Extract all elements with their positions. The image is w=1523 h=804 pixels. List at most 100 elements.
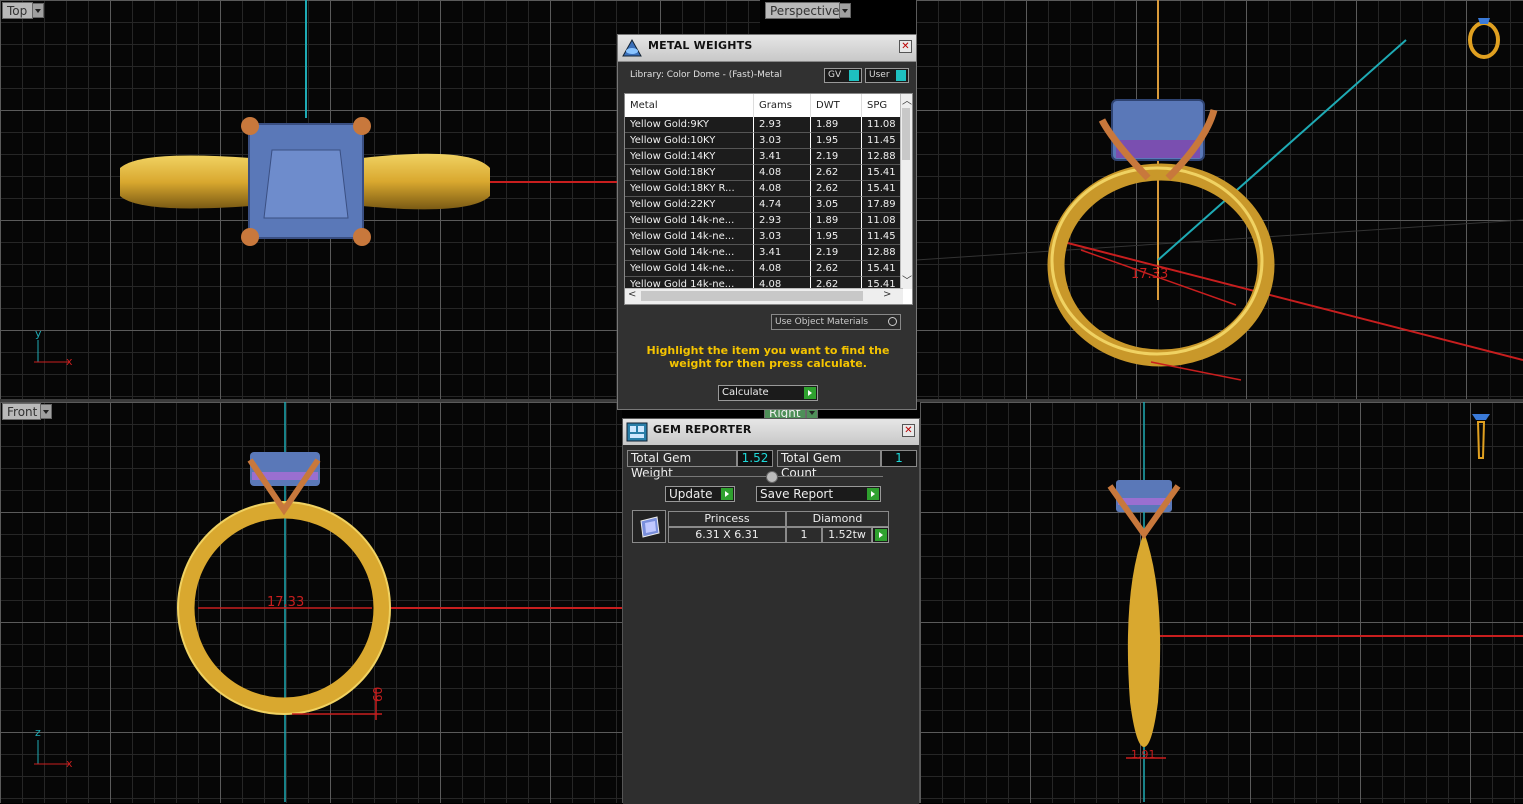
gem-reporter-panel: GEM REPORTER ✕ Total Gem Weight 1.52 Tot… [622, 418, 920, 804]
play-icon [867, 488, 879, 500]
metal-weights-panel: METAL WEIGHTS ✕ Library: Color Dome - (F… [617, 34, 917, 410]
axis-z-label: z [35, 726, 41, 739]
gv-toggle-label: GV [828, 70, 842, 80]
save-report-label: Save Report [760, 487, 834, 501]
table-row[interactable]: Yellow Gold 14k-ne... 3.41 2.19 12.88 [625, 245, 903, 261]
total-gem-count-value[interactable]: 1 [881, 450, 917, 467]
cell-dwt: 2.19 [811, 245, 862, 261]
column-header-metal[interactable]: Metal [625, 94, 754, 117]
cell-spg: 12.88 [862, 149, 903, 165]
front-view-model: 17.33 60 z x [34, 402, 622, 802]
total-gem-weight-value[interactable]: 1.52 [737, 450, 773, 467]
metal-table-vertical-scrollbar[interactable]: ︿ ﹀ [900, 94, 912, 289]
cell-spg: 12.88 [862, 245, 903, 261]
cell-metal: Yellow Gold:9KY [625, 117, 754, 133]
table-row[interactable]: Yellow Gold:10KY 3.03 1.95 11.45 [625, 133, 903, 149]
gem-reporter-icon [626, 422, 648, 442]
axis-x-label-front: x [66, 757, 73, 770]
cell-grams: 3.41 [754, 149, 811, 165]
collapse-toggle-icon[interactable] [766, 471, 778, 483]
column-header-dwt[interactable]: DWT [811, 94, 862, 117]
princess-gem-icon [632, 510, 666, 543]
scroll-right-arrow-icon[interactable]: > [883, 289, 891, 300]
total-gem-count-label: Total Gem Count [777, 450, 881, 480]
use-object-materials-label: Use Object Materials [775, 317, 869, 327]
cell-metal: Yellow Gold 14k-ne... [625, 245, 754, 261]
table-row[interactable]: Yellow Gold:18KY R... 4.08 2.62 15.41 [625, 181, 903, 197]
metal-weights-titlebar[interactable]: METAL WEIGHTS ✕ [618, 35, 916, 62]
viewport-front-menu-button[interactable] [40, 404, 52, 419]
gem-reporter-close-button[interactable]: ✕ [902, 424, 915, 437]
cell-metal: Yellow Gold 14k-ne... [625, 213, 754, 229]
gem-entry[interactable]: Princess Diamond 6.31 X 6.31 1 1.52tw [632, 510, 891, 544]
cell-grams: 3.41 [754, 245, 811, 261]
cell-dwt: 2.62 [811, 165, 862, 181]
gv-toggle[interactable]: GV [824, 68, 862, 83]
cell-spg: 15.41 [862, 181, 903, 197]
cell-metal: Yellow Gold:22KY [625, 197, 754, 213]
column-header-spg[interactable]: SPG [862, 94, 903, 117]
cell-metal: Yellow Gold:18KY R... [625, 181, 754, 197]
viewport-top-menu-button[interactable] [32, 3, 44, 18]
viewport-perspective-label[interactable]: Perspective [765, 2, 840, 19]
table-row[interactable]: Yellow Gold:18KY 4.08 2.62 15.41 [625, 165, 903, 181]
cell-grams: 2.93 [754, 213, 811, 229]
cell-metal: Yellow Gold:10KY [625, 133, 754, 149]
metal-table-horizontal-scrollbar[interactable]: < > [625, 288, 903, 304]
user-toggle[interactable]: User [865, 68, 909, 83]
save-report-button[interactable]: Save Report [756, 486, 881, 502]
table-row[interactable]: Yellow Gold 14k-ne... 4.08 2.62 15.41 [625, 261, 903, 277]
cell-spg: 11.45 [862, 229, 903, 245]
table-row[interactable]: Yellow Gold 14k-ne... 2.93 1.89 11.08 [625, 213, 903, 229]
metal-weights-close-button[interactable]: ✕ [899, 40, 912, 53]
cell-grams: 3.03 [754, 229, 811, 245]
cell-grams: 4.08 [754, 181, 811, 197]
cell-dwt: 1.95 [811, 229, 862, 245]
viewport-perspective[interactable]: 17.33 [916, 0, 1523, 399]
gem-type: Diamond [786, 511, 889, 527]
update-label: Update [669, 487, 713, 501]
cell-spg: 15.41 [862, 261, 903, 277]
right-band-width: 1.91 [1131, 748, 1156, 761]
cell-grams: 2.93 [754, 117, 811, 133]
metal-weights-icon [622, 38, 642, 57]
update-button[interactable]: Update [665, 486, 735, 502]
gem-reporter-divider [643, 476, 883, 477]
table-row[interactable]: Yellow Gold:9KY 2.93 1.89 11.08 [625, 117, 903, 133]
horizontal-scroll-thumb[interactable] [641, 291, 863, 301]
viewport-right[interactable]: 1.91 [920, 402, 1523, 803]
gem-weight: 1.52tw [822, 527, 872, 543]
metal-table[interactable]: Metal Grams DWT SPG Yellow Gold:9KY 2.93 1… [624, 93, 913, 305]
viewport-front[interactable]: 17.33 60 z x [0, 402, 622, 803]
cell-metal: Yellow Gold:18KY [625, 165, 754, 181]
vertical-scroll-thumb[interactable] [902, 108, 910, 160]
gem-cut: Princess [668, 511, 786, 527]
ring-navigation-icon [1468, 18, 1500, 59]
viewport-front-label[interactable]: Front [2, 403, 41, 420]
scroll-left-arrow-icon[interactable]: < [628, 289, 636, 300]
scroll-up-arrow-icon[interactable]: ︿ [902, 94, 912, 107]
gem-entry-play-button[interactable] [872, 527, 889, 543]
axis-x-label: x [66, 355, 73, 368]
gem-reporter-titlebar[interactable]: GEM REPORTER ✕ [623, 419, 919, 446]
cell-spg: 17.89 [862, 197, 903, 213]
user-toggle-label: User [869, 70, 890, 80]
gem-size: 6.31 X 6.31 [668, 527, 786, 543]
metal-weights-title: METAL WEIGHTS [648, 39, 753, 52]
viewport-perspective-menu-button[interactable] [839, 3, 851, 18]
cell-spg: 11.45 [862, 133, 903, 149]
use-object-materials-checkbox[interactable]: Use Object Materials [771, 314, 901, 330]
metal-weights-hint: Highlight the item you want to find the … [646, 344, 890, 370]
gv-toggle-indicator [849, 70, 859, 81]
cell-metal: Yellow Gold 14k-ne... [625, 229, 754, 245]
viewport-top-label[interactable]: Top [2, 2, 33, 19]
table-row[interactable]: Yellow Gold:14KY 3.41 2.19 12.88 [625, 149, 903, 165]
scroll-down-arrow-icon[interactable]: ﹀ [902, 272, 912, 287]
cell-spg: 11.08 [862, 213, 903, 229]
table-row[interactable]: Yellow Gold:22KY 4.74 3.05 17.89 [625, 197, 903, 213]
cell-dwt: 2.62 [811, 261, 862, 277]
column-header-grams[interactable]: Grams [754, 94, 811, 117]
table-row[interactable]: Yellow Gold 14k-ne... 3.03 1.95 11.45 [625, 229, 903, 245]
perspective-view-model: 17.33 [916, 0, 1523, 381]
calculate-button[interactable]: Calculate [718, 385, 818, 401]
